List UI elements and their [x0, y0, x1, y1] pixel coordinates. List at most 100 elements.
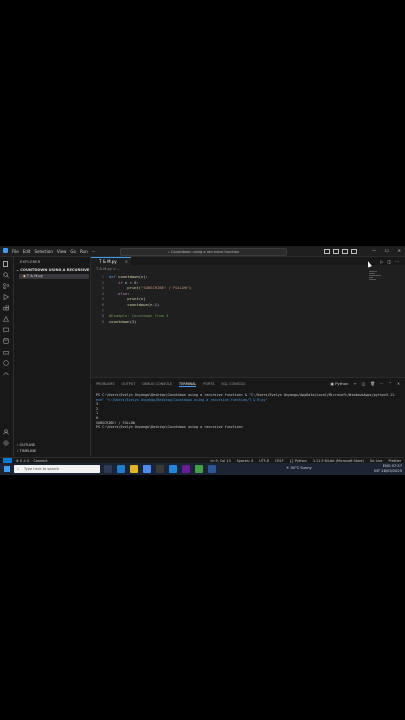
database-icon[interactable]	[3, 338, 9, 344]
code-token: def	[109, 274, 119, 279]
code-token: countdown	[118, 274, 139, 279]
menu-go[interactable]: Go	[70, 249, 76, 254]
tab-sql-console[interactable]: SQL CONSOLE	[221, 382, 245, 387]
split-terminal-icon[interactable]: ◫	[362, 381, 366, 386]
tab-terminal[interactable]: TERMINAL	[179, 382, 197, 387]
timeline-section[interactable]: › TIMELINE	[17, 449, 36, 453]
panel-actions: ▣ Python + ◫ 🗑 ··· ⌃ ✕	[330, 381, 400, 386]
code-token: else	[118, 290, 128, 296]
close-panel-icon[interactable]: ✕	[397, 381, 400, 386]
new-terminal-icon[interactable]: +	[353, 381, 356, 386]
activity-bar	[0, 257, 14, 457]
word-icon[interactable]	[208, 465, 216, 473]
maximize-button[interactable]: ☐	[385, 248, 389, 253]
tab-t-m-py[interactable]: T & M.py ×	[91, 257, 131, 265]
breadcrumb[interactable]: T & M.py > ...	[96, 267, 121, 271]
code-token: (n-1)	[147, 301, 160, 307]
run-debug-icon[interactable]	[3, 294, 9, 300]
vscode-logo-icon	[3, 248, 8, 253]
testing-icon[interactable]	[3, 316, 9, 322]
split-editor-icon[interactable]: ◫	[387, 259, 391, 264]
toggle-panel-icon[interactable]	[333, 249, 339, 254]
tab-close-icon[interactable]: ×	[125, 258, 128, 265]
tab-output[interactable]: OUTPUT	[122, 382, 136, 387]
menu-selection[interactable]: Selection	[34, 249, 52, 254]
shell-label: Python	[335, 381, 349, 386]
code-token: print	[127, 285, 139, 291]
toggle-secondary-sidebar-icon[interactable]	[342, 249, 348, 254]
bottom-panel: PROBLEMS OUTPUT DEBUG CONSOLE TERMINAL P…	[91, 377, 405, 458]
taskbar-search[interactable]: ⌕ Type here to search	[14, 465, 100, 473]
menu-run[interactable]: Run	[80, 249, 88, 254]
live-share-icon[interactable]	[3, 371, 9, 377]
file-explorer-icon[interactable]	[130, 465, 138, 473]
editor-tabs: T & M.py × ▷ ◫ ···	[91, 257, 405, 265]
panel-tabs: PROBLEMS OUTPUT DEBUG CONSOLE TERMINAL P…	[96, 382, 246, 387]
chrome-icon[interactable]	[143, 465, 151, 473]
menu-bar: File Edit Selection View Go Run ···	[12, 249, 95, 254]
settings-gear-icon[interactable]	[3, 440, 9, 446]
customize-layout-icon[interactable]	[351, 249, 357, 254]
minimap[interactable]	[369, 271, 383, 285]
app-icon[interactable]	[182, 465, 190, 473]
store-icon[interactable]	[156, 465, 164, 473]
edge-icon[interactable]	[117, 465, 125, 473]
code-token: (3)	[129, 318, 137, 324]
outline-section[interactable]: › OUTLINE	[17, 443, 35, 447]
extensions-icon[interactable]	[3, 305, 9, 311]
terminal-line: PS C:\Users\Evelyn Onyango\Desktop\Count…	[96, 393, 397, 397]
code-token: if	[118, 279, 126, 285]
weather-widget[interactable]: ☀ 30°C Sunny	[286, 466, 312, 470]
outline-label: OUTLINE	[19, 443, 36, 447]
app-icon[interactable]	[195, 465, 203, 473]
code-token: )	[189, 285, 192, 291]
menu-edit[interactable]: Edit	[23, 249, 31, 254]
code-token: :	[127, 290, 130, 296]
kill-terminal-icon[interactable]: 🗑	[370, 381, 375, 386]
system-tray[interactable]: ENG 07:57 INT 28/03/2025	[374, 464, 402, 473]
account-icon[interactable]	[3, 429, 9, 435]
code-token: countdown	[127, 301, 148, 307]
explorer-icon[interactable]	[3, 261, 9, 267]
editor-area: T & M.py × ▷ ◫ ··· T & M.py > ... 1 def co…	[91, 257, 405, 385]
minimize-button[interactable]: —	[372, 248, 376, 253]
code-token: :	[136, 279, 139, 285]
explorer-sidebar: EXPLORER ⌄ COUNTDOWN USING A RECURSIVE F…	[14, 257, 110, 457]
explorer-title: EXPLORER	[20, 260, 41, 264]
code-token: "SUBSCRIBE! / FOLLOW"	[141, 285, 190, 291]
source-control-icon[interactable]	[3, 283, 9, 289]
close-button[interactable]: ✕	[398, 248, 401, 253]
code-token: (n)	[138, 296, 146, 302]
windows-taskbar: ⌕ Type here to search ☀ 30°C Sunny ENG 07…	[0, 463, 405, 475]
windows-start-icon[interactable]	[4, 466, 10, 472]
timeline-label: TIMELINE	[19, 449, 37, 453]
python-icon[interactable]	[3, 360, 9, 366]
toggle-sidebar-icon[interactable]	[324, 249, 330, 254]
tab-problems[interactable]: PROBLEMS	[96, 382, 115, 387]
code-token: print	[127, 296, 139, 302]
more-actions-icon[interactable]: ···	[380, 381, 384, 386]
tab-ports[interactable]: PORTS	[203, 382, 214, 387]
clock-time: 07:57	[391, 464, 402, 468]
menu-file[interactable]: File	[12, 249, 19, 254]
search-icon[interactable]	[3, 272, 9, 278]
terminal-shell-selector[interactable]: ▣ Python	[330, 381, 348, 386]
file-item-t-m-py[interactable]: ◆ T & M.py	[19, 274, 89, 279]
vscode-taskbar-icon[interactable]	[169, 465, 177, 473]
tab-debug-console[interactable]: DEBUG CONSOLE	[142, 382, 172, 387]
code-token: countdown	[109, 318, 130, 324]
terminal-output[interactable]: PS C:\Users\Evelyn Onyango\Desktop\Count…	[96, 393, 402, 430]
command-center-search[interactable]: ⌕ Countdown using a recursive function	[120, 248, 287, 256]
menu-view[interactable]: View	[57, 249, 67, 254]
taskbar-apps	[104, 465, 216, 473]
menu-more[interactable]: ···	[92, 249, 96, 254]
task-view-icon[interactable]	[104, 465, 112, 473]
search-icon: ⌕	[17, 467, 20, 471]
docker-icon[interactable]	[3, 349, 9, 355]
more-actions-icon[interactable]: ···	[395, 259, 399, 264]
code-token: #Example: Countdown from 3	[109, 313, 169, 319]
maximize-panel-icon[interactable]: ⌃	[389, 381, 392, 386]
code-token: (n):	[138, 274, 148, 279]
remote-explorer-icon[interactable]	[3, 327, 9, 333]
run-file-icon[interactable]: ▷	[380, 259, 383, 264]
